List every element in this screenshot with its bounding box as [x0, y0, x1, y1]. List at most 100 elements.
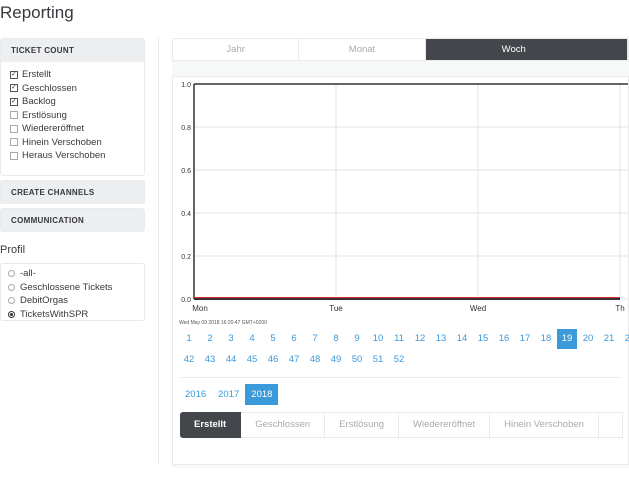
checkbox[interactable]: ✓ — [10, 97, 18, 106]
checkbox-item[interactable]: Hinein Verschoben — [10, 136, 135, 150]
checkbox-item[interactable]: Heraus Verschoben — [10, 149, 135, 163]
week-10[interactable]: 10 — [368, 329, 388, 349]
checkbox[interactable] — [10, 138, 18, 147]
radio-button[interactable] — [8, 297, 15, 305]
year-2016[interactable]: 2016 — [179, 384, 212, 405]
week-51[interactable]: 51 — [368, 350, 388, 370]
week-49[interactable]: 49 — [326, 350, 346, 370]
week-7[interactable]: 7 — [305, 329, 325, 349]
week-2[interactable]: 2 — [200, 329, 220, 349]
radio-item[interactable]: Geschlossene Tickets — [8, 281, 137, 295]
year-2018[interactable]: 2018 — [245, 384, 279, 405]
checkbox-label: Wiedereröffnet — [22, 123, 85, 134]
period-tabs: Jahr Monat Woch — [172, 38, 629, 61]
week-row: 12345678910111213141516171819202122 — [179, 329, 629, 349]
radio-button[interactable] — [8, 270, 15, 278]
checkbox-label: Erstlösung — [22, 109, 67, 121]
week-18[interactable]: 18 — [536, 329, 556, 349]
week-17[interactable]: 17 — [515, 329, 535, 349]
week-1[interactable]: 1 — [179, 329, 199, 349]
checkbox-label: Erstellt — [22, 69, 52, 80]
radio-button[interactable] — [8, 310, 15, 318]
week-9[interactable]: 9 — [347, 329, 367, 349]
week-16[interactable]: 16 — [494, 329, 514, 349]
week-48[interactable]: 48 — [305, 350, 325, 370]
communication-panel[interactable]: COMMUNICATION — [0, 208, 145, 232]
week-50[interactable]: 50 — [347, 350, 367, 370]
checkbox[interactable]: ✓ — [10, 70, 18, 79]
y-tick-label: 1.0 — [181, 82, 191, 89]
profil-label: Profil — [0, 244, 26, 256]
divider — [179, 377, 622, 378]
checkbox-label: Heraus Verschoben — [22, 150, 106, 161]
radio-item[interactable]: -all- — [8, 267, 137, 281]
week-11[interactable]: 11 — [389, 329, 409, 349]
week-4[interactable]: 4 — [242, 329, 262, 349]
week-22[interactable]: 22 — [620, 329, 629, 349]
checkbox[interactable] — [10, 124, 18, 133]
checkbox[interactable] — [10, 111, 18, 120]
year-selector: 2016 2017 2018 — [179, 384, 279, 405]
week-47[interactable]: 47 — [284, 350, 304, 370]
week-46[interactable]: 46 — [263, 350, 283, 370]
ticket-count-header[interactable]: TICKET COUNT — [1, 39, 144, 62]
checkbox-item[interactable]: Erstlösung — [10, 109, 135, 123]
tab-monat[interactable]: Monat — [299, 39, 426, 60]
year-2017[interactable]: 2017 — [212, 384, 245, 405]
tab-jahr[interactable]: Jahr — [173, 39, 300, 60]
week-20[interactable]: 20 — [578, 329, 598, 349]
create-channels-panel[interactable]: CREATE CHANNELS — [0, 180, 145, 204]
checkbox-item[interactable]: ✓ Erstellt — [10, 68, 135, 82]
page-title: Reporting — [0, 3, 74, 22]
checkbox-label: Geschlossen — [22, 82, 77, 94]
profil-panel: -all- Geschlossene Tickets DebitOrgas Ticke… — [0, 263, 145, 321]
tab-woch[interactable]: Woch — [425, 39, 628, 60]
y-tick-label: 0.8 — [181, 125, 191, 132]
y-tick-label: 0.2 — [181, 254, 191, 261]
divider — [158, 38, 159, 464]
metric-tab[interactable]: Geschlossen — [241, 412, 326, 438]
checkbox-item[interactable]: ✓ Geschlossen — [10, 82, 135, 96]
metric-tab[interactable] — [598, 412, 623, 438]
radio-item[interactable]: TicketsWithSPR — [8, 308, 137, 322]
week-42[interactable]: 42 — [179, 350, 199, 370]
week-21[interactable]: 21 — [599, 329, 619, 349]
checkbox-label: Hinein Verschoben — [22, 136, 102, 148]
y-tick-label: 0.4 — [181, 211, 191, 218]
timestamp: Wed May 09 2018 16:20:47 GMT+0200 — [179, 320, 267, 326]
week-19[interactable]: 19 — [557, 329, 577, 349]
week-14[interactable]: 14 — [452, 329, 472, 349]
checkbox-item[interactable]: ✓ Backlog — [10, 95, 135, 109]
ticket-count-panel: TICKET COUNT ✓ Erstellt ✓ Geschlossen ✓ Backl… — [0, 38, 145, 176]
week-5[interactable]: 5 — [263, 329, 283, 349]
week-13[interactable]: 13 — [431, 329, 451, 349]
radio-button[interactable] — [8, 283, 15, 291]
week-44[interactable]: 44 — [221, 350, 241, 370]
line-chart: 0.0 0.2 0.4 0.6 0.8 1.0 Mon Tue Wed Th — [181, 82, 628, 313]
week-8[interactable]: 8 — [326, 329, 346, 349]
metric-tabs: Erstellt Geschlossen Erstlösung Wiedereröff… — [180, 412, 623, 438]
week-6[interactable]: 6 — [284, 329, 304, 349]
x-tick-label: Th — [615, 304, 624, 313]
x-tick-label: Wed — [470, 304, 486, 313]
metric-tab[interactable]: Wiedereröffnet — [399, 412, 491, 438]
metric-tab[interactable]: Erstellt — [180, 412, 242, 438]
checkbox[interactable] — [10, 151, 18, 160]
ticket-count-list: ✓ Erstellt ✓ Geschlossen ✓ Backlog Erstlösung W… — [1, 62, 144, 169]
week-3[interactable]: 3 — [221, 329, 241, 349]
create-channels-header[interactable]: CREATE CHANNELS — [1, 181, 144, 204]
week-43[interactable]: 43 — [200, 350, 220, 370]
radio-item[interactable]: DebitOrgas — [8, 294, 137, 308]
week-row: 42 43 44 45 46 47 48 49 50 51 52 — [179, 350, 410, 370]
communication-header[interactable]: COMMUNICATION — [1, 209, 144, 232]
week-45[interactable]: 45 — [242, 350, 262, 370]
week-15[interactable]: 15 — [473, 329, 493, 349]
checkbox-item[interactable]: Wiedereröffnet — [10, 122, 135, 136]
week-52[interactable]: 52 — [389, 350, 409, 370]
metric-tab[interactable]: Hinein Verschoben — [490, 412, 599, 438]
metric-tab[interactable]: Erstlösung — [325, 412, 400, 438]
checkbox[interactable]: ✓ — [10, 84, 18, 93]
chart-card: 0.0 0.2 0.4 0.6 0.8 1.0 Mon Tue Wed Th Wed May 09… — [172, 76, 629, 465]
week-12[interactable]: 12 — [410, 329, 430, 349]
checkbox-label: Backlog — [22, 96, 56, 107]
